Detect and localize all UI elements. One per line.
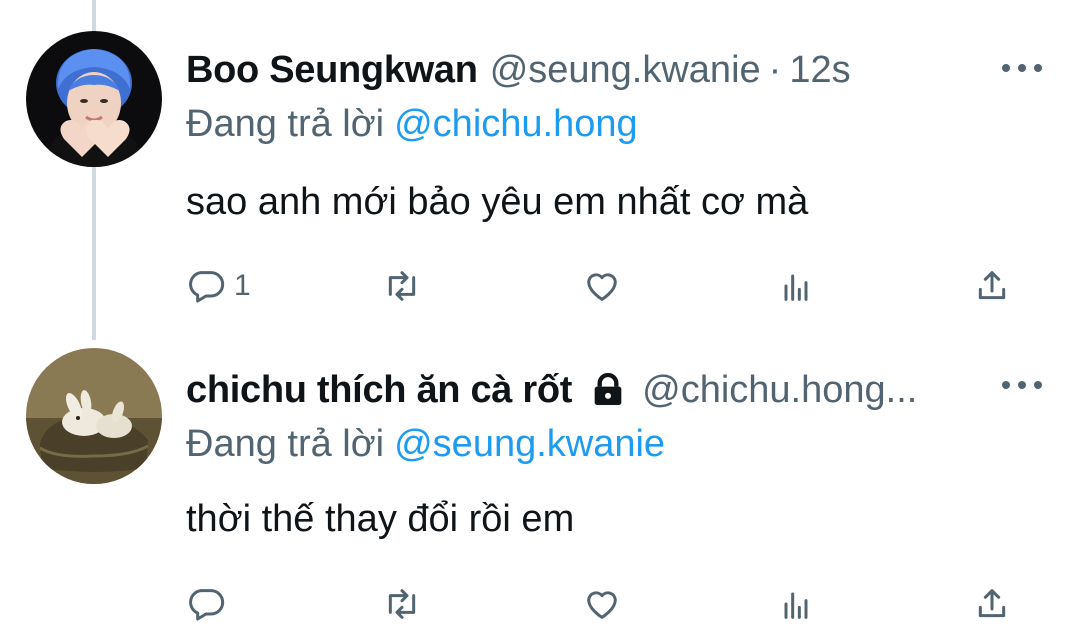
like-button[interactable]: [582, 582, 622, 626]
tweet-header: chichu thích ăn cà rốt @chichu.hong...: [186, 360, 917, 420]
reply-button[interactable]: [186, 582, 234, 626]
handle-ellipsis: ...: [885, 368, 918, 411]
separator-dot: ·: [768, 48, 782, 91]
reply-count: 1: [234, 269, 251, 302]
views-icon: [784, 592, 808, 619]
views-icon: [784, 274, 808, 301]
replying-to-line: Đang trả lời @seung.kwanie: [186, 423, 665, 466]
reply-icon: [189, 271, 225, 303]
share-icon: [978, 589, 1006, 618]
tweet-actions: [186, 582, 1016, 626]
lock-icon: [594, 372, 622, 405]
reply-button[interactable]: 1: [186, 264, 251, 308]
tweet-header: Boo Seungkwan @seung.kwanie · 12s: [186, 40, 851, 100]
retweet-button[interactable]: [382, 582, 422, 626]
like-button[interactable]: [582, 264, 622, 308]
user-handle[interactable]: @seung.kwanie: [490, 49, 761, 92]
replying-label: Đang trả lời: [186, 103, 385, 145]
tweet[interactable]: chichu thích ăn cà rốt @chichu.hong... Đ…: [0, 330, 1080, 644]
replying-to-mention[interactable]: @seung.kwanie: [394, 423, 665, 465]
avatar[interactable]: [26, 31, 162, 167]
replying-label: Đang trả lời: [186, 423, 385, 465]
share-button[interactable]: [972, 264, 1012, 308]
more-icon[interactable]: [1002, 58, 1042, 78]
timestamp[interactable]: 12s: [789, 49, 850, 92]
tweet[interactable]: Boo Seungkwan @seung.kwanie · 12s Đang t…: [0, 0, 1080, 330]
tweet-actions: 1: [186, 264, 1016, 308]
views-button[interactable]: [776, 582, 816, 626]
retweet-icon: [388, 589, 416, 619]
user-handle[interactable]: @chichu.hong: [642, 369, 886, 412]
avatar[interactable]: [26, 348, 162, 484]
more-icon[interactable]: [1002, 375, 1042, 395]
replying-to-line: Đang trả lời @chichu.hong: [186, 103, 638, 146]
display-name[interactable]: Boo Seungkwan: [186, 49, 478, 92]
like-icon: [587, 273, 617, 301]
views-button[interactable]: [776, 264, 816, 308]
tweet-text: thời thế thay đổi rồi em: [186, 498, 575, 540]
replying-to-mention[interactable]: @chichu.hong: [394, 103, 638, 145]
share-button[interactable]: [972, 582, 1012, 626]
reply-icon: [189, 589, 225, 621]
share-icon: [978, 271, 1006, 300]
display-name[interactable]: chichu thích ăn cà rốt: [186, 369, 572, 412]
tweet-text: sao anh mới bảo yêu em nhất cơ mà: [186, 181, 809, 223]
like-icon: [587, 591, 617, 619]
retweet-icon: [388, 271, 416, 301]
retweet-button[interactable]: [382, 264, 422, 308]
